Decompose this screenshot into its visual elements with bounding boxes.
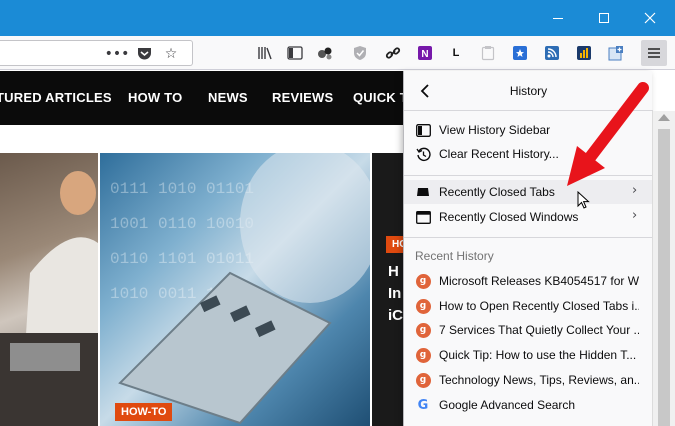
shield-icon[interactable] (348, 41, 372, 65)
maximize-button[interactable] (581, 0, 627, 36)
nav-news[interactable]: NEWS (208, 90, 248, 105)
site-favicon-icon: g (415, 322, 431, 338)
extension-l-label: L (452, 47, 460, 59)
article-card-image[interactable] (0, 153, 98, 426)
site-favicon-icon: g (415, 347, 431, 363)
history-item[interactable]: g 7 Services That Quietly Collect Your .… (404, 318, 653, 342)
close-icon (644, 12, 656, 24)
minimize-button[interactable] (535, 0, 581, 36)
history-item-title: Microsoft Releases KB4054517 for Wi... (439, 274, 639, 288)
sidebar-icon (415, 122, 431, 138)
nav-featured-articles[interactable]: TURED ARTICLES (0, 90, 112, 105)
clipboard-icon[interactable] (476, 41, 500, 65)
site-favicon-icon: g (415, 298, 431, 314)
history-item[interactable]: g Quick Tip: How to use the Hidden T... (404, 343, 653, 367)
history-item[interactable]: G Google Advanced Search (404, 393, 653, 417)
page-actions-icon[interactable]: ••• (105, 43, 130, 65)
category-badge-right[interactable]: HO (386, 236, 403, 253)
site-nav-bar: TURED ARTICLES HOW TO NEWS REVIEWS QUICK… (0, 71, 403, 125)
extension-l-icon[interactable]: L (444, 41, 468, 65)
svg-text:1001 0110 10010: 1001 0110 10010 (110, 215, 254, 233)
sidebar-toggle-icon[interactable] (283, 41, 307, 65)
scroll-up-icon[interactable] (658, 114, 670, 121)
history-item-title: Technology News, Tips, Reviews, an... (439, 373, 639, 387)
page-scrollbar[interactable] (652, 111, 675, 426)
pocket-icon[interactable] (133, 43, 155, 65)
tabs-icon (415, 184, 431, 200)
bookmark-star-icon[interactable]: ☆ (160, 43, 182, 65)
article-card-dark[interactable]: HO H In iC (372, 153, 403, 426)
annotation-arrow-icon (567, 82, 649, 186)
card-headline-line3: iC (388, 307, 403, 324)
analytics-extension-icon[interactable] (572, 41, 596, 65)
bookmark-extension-icon[interactable] (508, 41, 532, 65)
nav-quick-tips[interactable]: QUICK T (353, 90, 403, 105)
featured-article-image[interactable]: 0111 1010 01101 1001 0110 10010 0110 110… (100, 153, 370, 426)
history-item[interactable]: g How to Open Recently Closed Tabs i... (404, 294, 653, 318)
recently-closed-windows[interactable]: Recently Closed Windows › (404, 205, 653, 229)
maximize-icon (599, 13, 609, 23)
svg-text:N: N (421, 49, 428, 60)
svg-text:0110 1101 01011: 0110 1101 01011 (110, 250, 254, 268)
window-icon (415, 209, 431, 225)
extension-dots-icon[interactable] (313, 41, 337, 65)
nav-reviews[interactable]: REVIEWS (272, 90, 333, 105)
category-badge[interactable]: HOW-TO (115, 403, 173, 421)
mouse-cursor-icon (577, 191, 590, 209)
title-bar (0, 0, 675, 36)
clear-history-icon (415, 146, 431, 162)
separator (404, 237, 653, 238)
url-bar[interactable]: ••• ☆ (0, 40, 193, 66)
recently-closed-windows-label: Recently Closed Windows (439, 210, 579, 224)
minimize-icon (553, 17, 563, 19)
library-icon[interactable] (253, 41, 277, 65)
history-item-title: Google Advanced Search (439, 398, 576, 412)
scroll-thumb[interactable] (658, 129, 670, 426)
hamburger-menu-button[interactable] (641, 40, 667, 66)
nav-how-to[interactable]: HOW TO (128, 90, 182, 105)
feed-extension-icon[interactable] (540, 41, 564, 65)
google-favicon-icon: G (417, 397, 429, 413)
svg-text:0111 1010 01101: 0111 1010 01101 (110, 180, 254, 198)
history-item-title: Quick Tip: How to use the Hidden T... (439, 348, 637, 362)
hamburger-icon (648, 48, 660, 58)
close-button[interactable] (627, 0, 673, 36)
history-item[interactable]: g Microsoft Releases KB4054517 for Wi... (404, 269, 653, 293)
card-headline-line2: In (388, 285, 402, 302)
history-item[interactable]: g Technology News, Tips, Reviews, an... (404, 368, 653, 392)
history-item-title: How to Open Recently Closed Tabs i... (439, 299, 639, 313)
onenote-icon[interactable]: N (413, 41, 437, 65)
site-content: 0111 1010 01101 1001 0110 10010 0110 110… (0, 125, 403, 426)
chevron-right-icon: › (632, 208, 638, 223)
site-favicon-icon: g (415, 273, 431, 289)
site-favicon-icon: g (415, 372, 431, 388)
recent-history-heading: Recent History (415, 249, 494, 263)
add-extension-icon[interactable] (604, 41, 628, 65)
card-headline-line1: H (388, 263, 399, 280)
history-item-title: 7 Services That Quietly Collect Your ... (439, 323, 639, 337)
link-icon[interactable] (381, 41, 405, 65)
